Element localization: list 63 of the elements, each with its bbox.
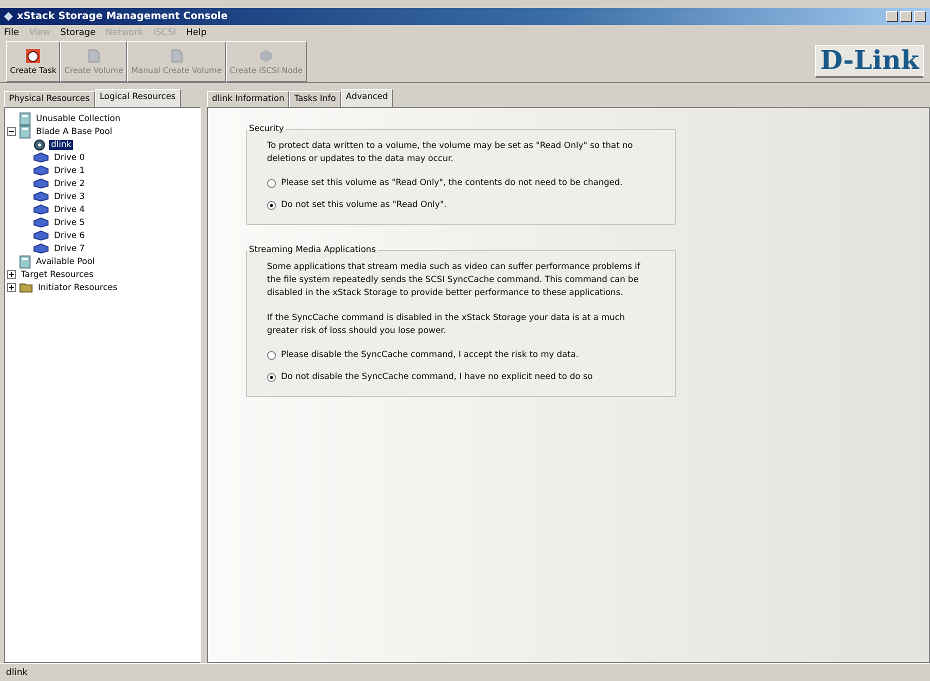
status-text: dlink: [6, 668, 28, 678]
tab[interactable]: dlink Information: [207, 91, 290, 107]
tree-item[interactable]: Drive 6: [52, 230, 87, 240]
tree-item[interactable]: Initiator Resources: [36, 282, 120, 292]
menu-item[interactable]: File: [4, 28, 20, 38]
description-text: Some applications that stream media such as video can suffer performance problems if the file system repeatedly sends the SCSI SyncCache command. This command can be disabled in the xStack Storage to provide better performance to these applications.: [267, 261, 642, 300]
tree-item[interactable]: Drive 2: [52, 178, 87, 188]
clock-icon: [26, 48, 40, 62]
disk-icon: [33, 138, 46, 150]
radio-button[interactable]: [267, 178, 276, 188]
tree-item[interactable]: dlink: [49, 140, 74, 150]
option-label: Please set this volume as "Read Only", the contents do not need to be changed.: [281, 178, 623, 188]
radio-button[interactable]: [267, 372, 276, 382]
minimize-button[interactable]: [886, 11, 898, 22]
radio-button[interactable]: [267, 350, 276, 360]
pool-icon: [19, 254, 31, 268]
expand-icon[interactable]: [7, 270, 16, 279]
tree-item[interactable]: Drive 7: [52, 244, 87, 254]
description-text: To protect data written to a volume, the volume may be set as "Read Only" so that no deletions or updates to the data may occur.: [267, 140, 634, 166]
hexagon-icon: [259, 48, 274, 62]
tree-item[interactable]: Drive 0: [52, 152, 87, 162]
tab[interactable]: Logical Resources: [94, 89, 181, 107]
drive-icon: [33, 217, 49, 228]
close-button[interactable]: [914, 11, 926, 22]
drive-icon: [33, 230, 49, 241]
expand-icon[interactable]: [7, 283, 16, 292]
tab[interactable]: Tasks Info: [289, 91, 341, 107]
tree-item[interactable]: Drive 5: [52, 218, 87, 228]
drive-icon: [33, 152, 49, 163]
document-icon: [170, 48, 183, 62]
tree-item[interactable]: Blade A Base Pool: [34, 126, 114, 136]
window-title: xStack Storage Management Console: [17, 11, 228, 22]
drive-icon: [33, 178, 49, 189]
description-text: If the SyncCache command is disabled in the xStack Storage your data is at a much greater risk of loss should you lose power.: [267, 312, 626, 338]
menu-item[interactable]: Help: [186, 28, 207, 38]
drive-icon: [33, 165, 49, 176]
drive-icon: [33, 204, 49, 215]
tree-item[interactable]: Target Resources: [19, 270, 96, 280]
option-label: Do not set this volume as "Read Only".: [281, 200, 447, 210]
maximize-button[interactable]: [900, 11, 912, 22]
tree-item[interactable]: Drive 3: [52, 192, 87, 202]
tree-item[interactable]: Drive 1: [52, 166, 87, 176]
pool-icon: [19, 112, 31, 126]
toolbar-button[interactable]: Create Task: [6, 41, 60, 82]
radio-button[interactable]: [267, 200, 276, 210]
group-title: Security: [248, 124, 285, 134]
tree-item[interactable]: Available Pool: [34, 256, 97, 266]
document-icon: [88, 48, 100, 62]
pool-icon: [19, 124, 31, 138]
app-icon: [4, 12, 13, 21]
drive-icon: [33, 243, 49, 254]
tab[interactable]: Physical Resources: [4, 91, 95, 107]
drive-icon: [33, 191, 49, 202]
tree-item[interactable]: Unusable Collection: [34, 114, 122, 124]
collapse-icon[interactable]: [7, 127, 16, 136]
menu-item[interactable]: Storage: [60, 28, 96, 38]
logo: D-Link: [815, 45, 924, 78]
tree-item[interactable]: Drive 4: [52, 204, 87, 214]
tab[interactable]: Advanced: [340, 89, 393, 107]
option-label: Do not disable the SyncCache command, I have no explicit need to do so: [281, 372, 593, 382]
group-title: Streaming Media Applications: [248, 245, 377, 255]
folder-icon: [19, 282, 33, 293]
option-label: Please disable the SyncCache command, I accept the risk to my data.: [281, 350, 579, 360]
